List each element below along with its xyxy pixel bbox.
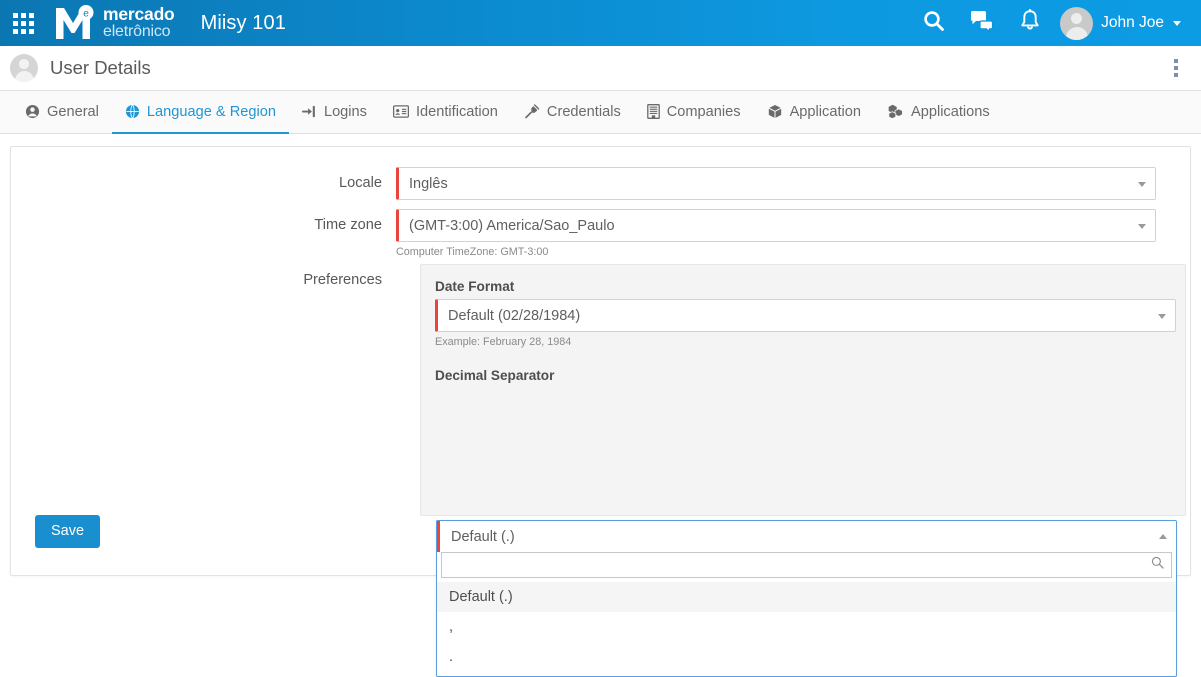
tab-label: Applications (910, 103, 990, 120)
tab-label: General (47, 103, 99, 120)
user-name-label: John Joe (1101, 14, 1164, 31)
tab-companies[interactable]: Companies (634, 91, 754, 134)
more-vertical-icon[interactable] (1165, 53, 1187, 83)
field-preferences-label: Preferences (11, 264, 396, 297)
tab-label: Language & Region (146, 103, 276, 120)
dropdown-search-box[interactable] (441, 552, 1172, 578)
timezone-value: (GMT-3:00) America/Sao_Paulo (409, 217, 615, 234)
building-icon (646, 104, 660, 119)
dropdown-options-list: Default (.) , . (437, 578, 1176, 676)
dropdown-option[interactable]: Default (.) (437, 582, 1176, 612)
form-panel: Locale Inglês Time zone (GMT-3:00) Ameri… (10, 146, 1191, 677)
locale-control: Inglês (396, 167, 1156, 200)
locale-value: Inglês (409, 175, 448, 192)
field-timezone: Time zone (GMT-3:00) America/Sao_Paulo C… (11, 209, 1156, 259)
search-button[interactable] (912, 0, 956, 46)
date-format-value: Default (02/28/1984) (448, 307, 581, 324)
tab-application[interactable]: Application (754, 91, 874, 134)
decimal-separator-select[interactable]: Default (.) (437, 521, 1176, 552)
date-format-label: Date Format (435, 279, 515, 294)
globe-icon (125, 104, 140, 119)
field-locale: Locale Inglês (11, 167, 1156, 200)
tab-logins[interactable]: Logins (289, 91, 380, 134)
dropdown-option[interactable]: , (437, 612, 1176, 642)
app-title: Miisy 101 (200, 11, 286, 34)
dropdown-search-input[interactable] (449, 557, 1145, 573)
locale-select[interactable]: Inglês (396, 167, 1156, 200)
cubes-icon (887, 104, 904, 119)
avatar (1060, 6, 1094, 40)
decimal-separator-label: Decimal Separator (435, 368, 555, 383)
timezone-label: Time zone (314, 217, 382, 233)
chevron-down-icon (1138, 223, 1146, 229)
user-circle-icon (25, 104, 40, 119)
decimal-separator-value: Default (.) (451, 528, 515, 545)
apps-grid-button[interactable] (0, 0, 46, 46)
top-navigation-bar: e mercado eletrônico Miisy 101 John Joe (0, 0, 1201, 46)
save-button[interactable]: Save (35, 515, 101, 548)
date-format-select[interactable]: Default (02/28/1984) (435, 299, 1176, 332)
plug-icon (524, 104, 540, 119)
preferences-fieldset: Date Format Default (02/28/1984) Example… (420, 264, 1186, 516)
logo-wordmark: mercado eletrônico (103, 3, 175, 40)
timezone-control: (GMT-3:00) America/Sao_Paulo Computer Ti… (396, 209, 1156, 259)
search-icon (923, 10, 945, 37)
timezone-helper-text: Computer TimeZone: GMT-3:00 (396, 246, 549, 258)
tab-label: Identification (415, 103, 498, 120)
svg-text:e: e (83, 9, 89, 20)
id-card-icon (392, 105, 409, 118)
mercado-eletronico-logo[interactable]: e mercado eletrônico (54, 5, 175, 41)
chevron-down-icon (1173, 20, 1181, 26)
cube-icon (767, 104, 783, 119)
date-format-helper-text: Example: February 28, 1984 (435, 336, 572, 348)
timezone-select[interactable]: (GMT-3:00) America/Sao_Paulo (396, 209, 1156, 242)
tab-label: Companies (666, 103, 741, 120)
locale-label: Locale (338, 175, 382, 191)
preferences-label: Preferences (303, 272, 382, 288)
decimal-separator-dropdown: Default (.) Default (.) , . (436, 520, 1177, 677)
tab-credentials[interactable]: Credentials (511, 91, 634, 134)
sign-in-icon (301, 104, 317, 119)
tab-identification[interactable]: Identification (380, 91, 511, 134)
notifications-button[interactable] (1008, 0, 1052, 46)
tab-bar: General Language & Region Logins Identif… (0, 91, 1201, 134)
page-header: User Details (0, 46, 1201, 91)
topbar-actions: John Joe (912, 0, 1187, 46)
chat-bubbles-icon (970, 10, 994, 37)
apps-grid-icon (12, 12, 34, 34)
tab-label: Logins (323, 103, 367, 120)
logo-m-icon: e (54, 5, 96, 41)
tab-applications[interactable]: Applications (874, 91, 1003, 134)
search-icon (1151, 556, 1164, 574)
tab-language-and-region[interactable]: Language & Region (111, 91, 289, 134)
chevron-up-icon (1159, 533, 1167, 539)
tab-label: Application (789, 103, 861, 120)
logo-line-2: eletrônico (103, 22, 171, 40)
logo-line-1: mercado (103, 3, 175, 24)
page-title: User Details (50, 57, 151, 78)
chevron-down-icon (1138, 181, 1146, 187)
user-avatar-icon (10, 54, 38, 82)
messages-button[interactable] (960, 0, 1004, 46)
tab-label: Credentials (546, 103, 621, 120)
notification-bell-icon (1020, 8, 1040, 37)
tab-general[interactable]: General (12, 91, 112, 134)
dropdown-option[interactable]: . (437, 642, 1176, 672)
chevron-down-icon (1158, 313, 1166, 319)
user-menu[interactable]: John Joe (1056, 6, 1187, 40)
